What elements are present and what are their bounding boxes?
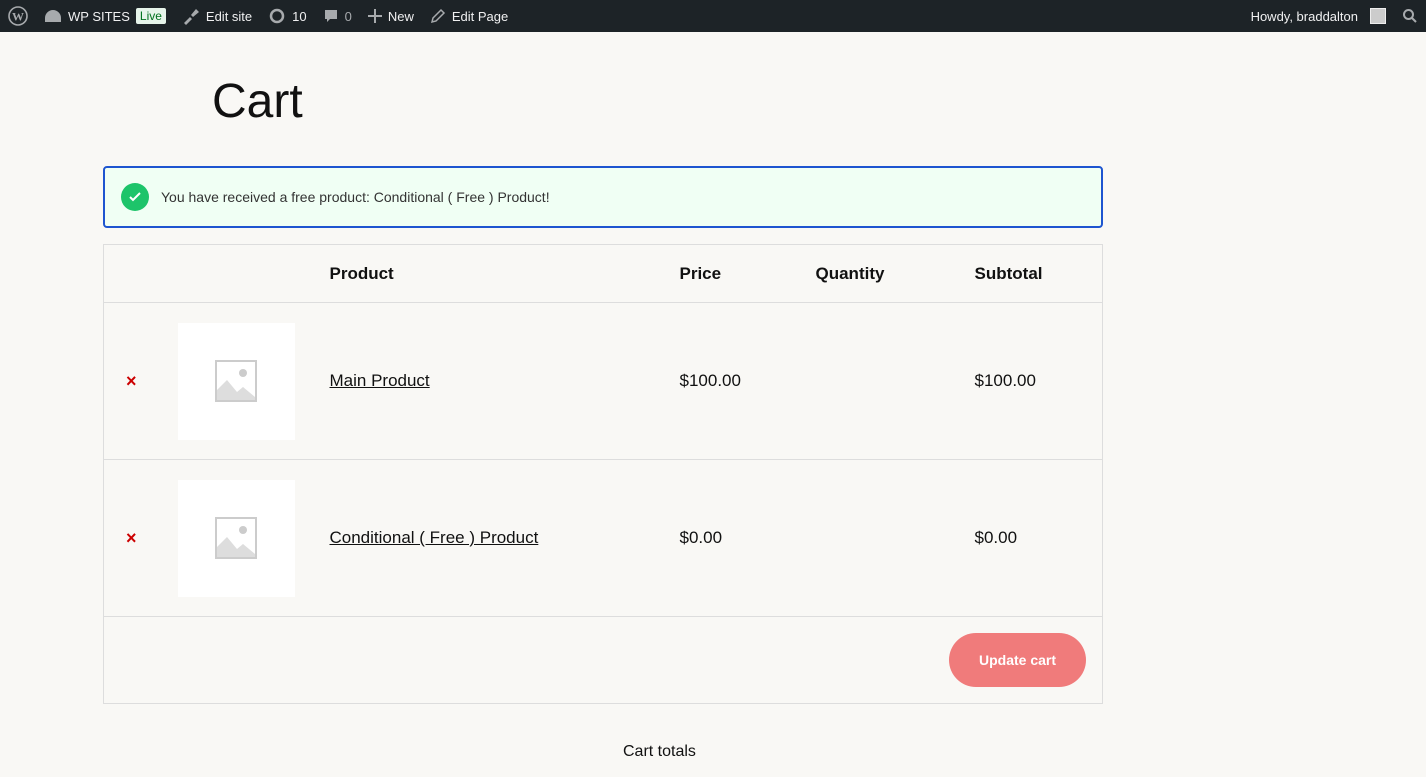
header-subtotal: Subtotal <box>974 244 1103 303</box>
page-title: Cart <box>212 75 303 128</box>
edit-site-link[interactable]: Edit site <box>174 0 260 32</box>
new-content-menu[interactable]: New <box>360 0 422 32</box>
svg-text:W: W <box>12 10 24 24</box>
comment-icon <box>324 10 337 22</box>
wordpress-icon: W <box>8 6 28 26</box>
dashboard-icon <box>45 10 61 22</box>
notice-text: You have received a free product: Condit… <box>161 189 550 205</box>
cart-table: Product Price Quantity Subtotal × Main P… <box>103 244 1103 704</box>
plus-icon <box>367 9 382 23</box>
updates-count: 10 <box>292 8 307 24</box>
new-label: New <box>387 8 414 24</box>
site-name-menu[interactable]: WP SITES Live <box>36 0 174 32</box>
brush-icon <box>183 9 199 25</box>
product-subtotal: $0.00 <box>974 459 1103 617</box>
product-quantity <box>815 459 975 617</box>
cart-totals-heading: Cart totals <box>623 743 696 760</box>
my-account-menu[interactable]: Howdy, braddalton <box>1243 0 1394 32</box>
live-badge: Live <box>135 8 166 24</box>
product-price: $100.00 <box>679 302 816 460</box>
table-header: Product Price Quantity Subtotal <box>103 244 1103 303</box>
search-icon <box>1403 9 1417 23</box>
header-product: Product <box>329 244 680 303</box>
search-button[interactable] <box>1394 0 1426 32</box>
product-quantity <box>815 302 975 460</box>
edit-site-label: Edit site <box>205 8 253 24</box>
updates-icon <box>269 8 285 24</box>
header-quantity: Quantity <box>815 244 975 303</box>
comments-link[interactable]: 0 <box>315 0 360 32</box>
product-link[interactable]: Conditional ( Free ) Product <box>330 528 539 547</box>
image-placeholder-icon <box>215 517 257 559</box>
update-cart-button[interactable]: Update cart <box>949 633 1086 687</box>
wp-logo-menu[interactable]: W <box>0 0 36 32</box>
success-notice: You have received a free product: Condit… <box>103 166 1103 228</box>
remove-item-button[interactable]: × <box>103 459 178 617</box>
actions-row: Update cart <box>103 616 1103 704</box>
edit-page-label: Edit Page <box>451 8 509 24</box>
product-subtotal: $100.00 <box>974 302 1103 460</box>
updates-link[interactable]: 10 <box>260 0 314 32</box>
product-link[interactable]: Main Product <box>330 371 430 390</box>
table-row: × Main Product $100.00 $100.00 <box>103 302 1103 460</box>
product-price: $0.00 <box>679 459 816 617</box>
admin-bar: W WP SITES Live Edit site 10 0 New Edit P… <box>0 0 1426 32</box>
avatar <box>1370 8 1386 24</box>
remove-item-button[interactable]: × <box>103 302 178 460</box>
check-icon <box>121 183 149 211</box>
site-name: WP SITES <box>68 8 130 24</box>
edit-page-link[interactable]: Edit Page <box>422 0 516 32</box>
howdy-text: Howdy, braddalton <box>1250 8 1358 24</box>
product-thumbnail[interactable] <box>177 479 295 597</box>
comments-count: 0 <box>344 8 352 24</box>
table-row: × Conditional ( Free ) Product $0.00 $0.… <box>103 459 1103 617</box>
product-thumbnail[interactable] <box>177 322 295 440</box>
image-placeholder-icon <box>215 360 257 402</box>
header-price: Price <box>679 244 816 303</box>
pencil-icon <box>430 8 445 24</box>
